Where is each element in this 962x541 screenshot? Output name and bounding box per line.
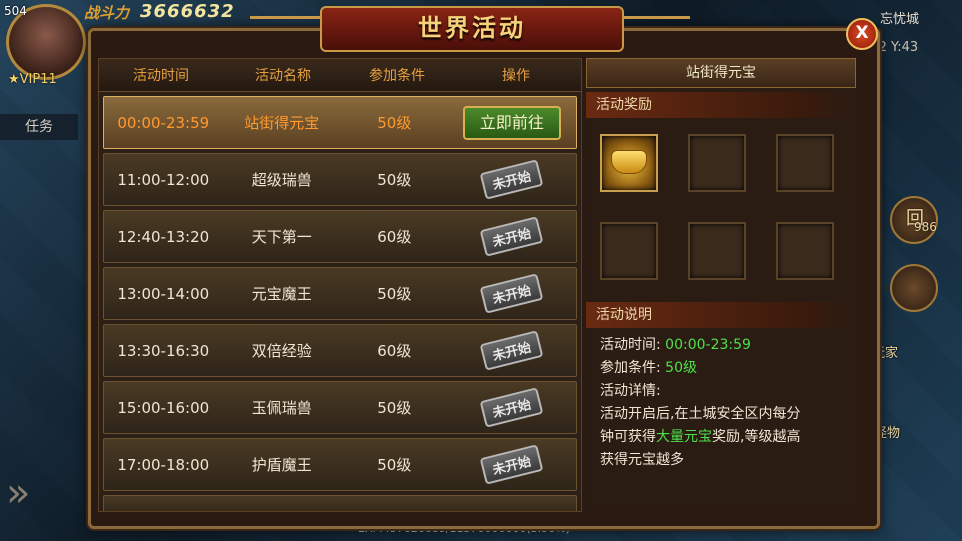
- row-name: 护盾魔王: [251, 456, 312, 474]
- detail-line-3: 获得元宝越多: [600, 452, 684, 468]
- header-name: 活动名称: [255, 68, 311, 84]
- row-condition: 50级: [377, 399, 412, 417]
- row-action: 未开始: [448, 216, 576, 257]
- go-now-button[interactable]: 立即前往: [462, 105, 561, 140]
- row-action: 立即前往: [448, 105, 576, 140]
- row-time: 11:00-12:00: [117, 170, 210, 189]
- row-condition: 60级: [377, 342, 412, 360]
- not-started-stamp: 未开始: [479, 216, 544, 257]
- activity-row[interactable]: 13:00-14:00 元宝魔王 50级 未开始: [103, 267, 577, 320]
- title-ornament-right: [620, 16, 690, 39]
- condition-label: 参加条件:: [600, 360, 661, 376]
- header-condition: 参加条件: [369, 68, 425, 84]
- row-condition: 50级: [377, 114, 412, 132]
- row-name: 站街得元宝: [244, 114, 320, 132]
- not-started-stamp: 未开始: [479, 330, 544, 371]
- activity-row[interactable]: 13:30-16:30 双倍经验 60级 未开始: [103, 324, 577, 377]
- expand-arrow-icon[interactable]: »: [6, 470, 30, 516]
- row-name: 天下第一: [251, 228, 312, 246]
- row-condition: 50级: [377, 171, 412, 189]
- row-action: 未开始: [448, 387, 576, 428]
- activity-info-panel: 站街得元宝 活动奖励 活动说明 活动时间: 00:00-23:59 参加条件: …: [586, 58, 856, 510]
- not-started-stamp: 未开始: [479, 159, 544, 200]
- activity-row[interactable]: 11:00-12:00 超级瑞兽 50级 未开始: [103, 153, 577, 206]
- detail-highlight: 大量元宝: [656, 429, 712, 445]
- title-ornament-left: [250, 16, 320, 39]
- reward-slot-empty: [688, 222, 746, 280]
- close-button[interactable]: X: [846, 18, 878, 50]
- detail-line-1: 活动开启后,在土城安全区内每分: [600, 406, 801, 422]
- row-time: 00:00-23:59: [117, 113, 210, 132]
- reward-section-header: 活动奖励: [586, 92, 856, 118]
- reward-slot-gold-ingot[interactable]: [600, 134, 658, 192]
- not-started-stamp: 未开始: [479, 444, 544, 485]
- reward-slots: [586, 118, 856, 298]
- panel-title: 世界活动: [320, 6, 624, 52]
- row-name: 双倍经验: [251, 342, 312, 360]
- condition-line: 参加条件: 50级: [600, 357, 842, 380]
- detail-text: 奖励,等级越高: [712, 429, 801, 445]
- reward-slot-empty: [600, 222, 658, 280]
- activity-row[interactable]: 12:40-13:20 天下第一 60级 未开始: [103, 210, 577, 263]
- activity-row[interactable]: 00:00-23:59 站街得元宝 50级 立即前往: [103, 96, 577, 149]
- row-condition: 50级: [377, 456, 412, 474]
- task-tab[interactable]: 任务: [0, 114, 78, 140]
- reward-slot-empty: [688, 134, 746, 192]
- row-action: 未开始: [448, 330, 576, 371]
- time-line: 活动时间: 00:00-23:59: [600, 334, 842, 357]
- not-started-stamp: 未开始: [479, 387, 544, 428]
- activity-list[interactable]: 活动时间 活动名称 参加条件 操作 00:00-23:59 站街得元宝 50级 …: [98, 58, 582, 512]
- row-condition: 50级: [377, 285, 412, 303]
- skill-count: 986: [914, 220, 937, 234]
- not-started-stamp: 未开始: [479, 273, 544, 314]
- time-value: 00:00-23:59: [665, 337, 751, 353]
- condition-value: 50级: [665, 360, 697, 376]
- row-action: 未开始: [448, 444, 576, 485]
- row-time: 12:40-13:20: [117, 227, 210, 246]
- header-action: 操作: [502, 68, 530, 84]
- list-header: 活动时间 活动名称 参加条件 操作: [99, 59, 581, 92]
- row-time: 13:00-14:00: [117, 284, 210, 303]
- row-action: 未开始: [448, 159, 576, 200]
- row-action: 未开始: [448, 273, 576, 314]
- activity-description: 活动时间: 00:00-23:59 参加条件: 50级 活动详情: 活动开启后,…: [586, 328, 856, 478]
- power-label: 战斗力: [84, 4, 130, 22]
- description-section-header: 活动说明: [586, 302, 856, 328]
- info-title: 站街得元宝: [586, 58, 856, 88]
- detail-line-2: 钟可获得大量元宝奖励,等级越高: [600, 426, 842, 449]
- row-condition: 60级: [377, 228, 412, 246]
- attack-button[interactable]: [890, 264, 938, 312]
- map-name: 忘忧城: [880, 12, 920, 27]
- activity-row-partial[interactable]: [103, 495, 577, 511]
- reward-slot-empty: [776, 134, 834, 192]
- vip-badge: ★VIP11: [8, 72, 57, 87]
- row-name: 元宝魔王: [251, 285, 312, 303]
- time-label: 活动时间:: [600, 337, 661, 353]
- reward-slot-empty: [776, 222, 834, 280]
- row-name: 超级瑞兽: [251, 171, 312, 189]
- gold-ingot-icon: [611, 150, 647, 174]
- row-name: 玉佩瑞兽: [251, 399, 312, 417]
- row-time: 15:00-16:00: [117, 398, 210, 417]
- power-value: 3666632: [140, 1, 235, 22]
- activity-row[interactable]: 15:00-16:00 玉佩瑞兽 50级 未开始: [103, 381, 577, 434]
- header-time: 活动时间: [133, 68, 189, 84]
- detail-text: 钟可获得: [600, 429, 656, 445]
- vip-label: VIP11: [19, 72, 57, 87]
- row-time: 13:30-16:30: [117, 341, 210, 360]
- detail-label: 活动详情:: [600, 383, 661, 399]
- player-level: 504: [4, 4, 27, 18]
- activity-row[interactable]: 17:00-18:00 护盾魔王 50级 未开始: [103, 438, 577, 491]
- row-time: 17:00-18:00: [117, 455, 210, 474]
